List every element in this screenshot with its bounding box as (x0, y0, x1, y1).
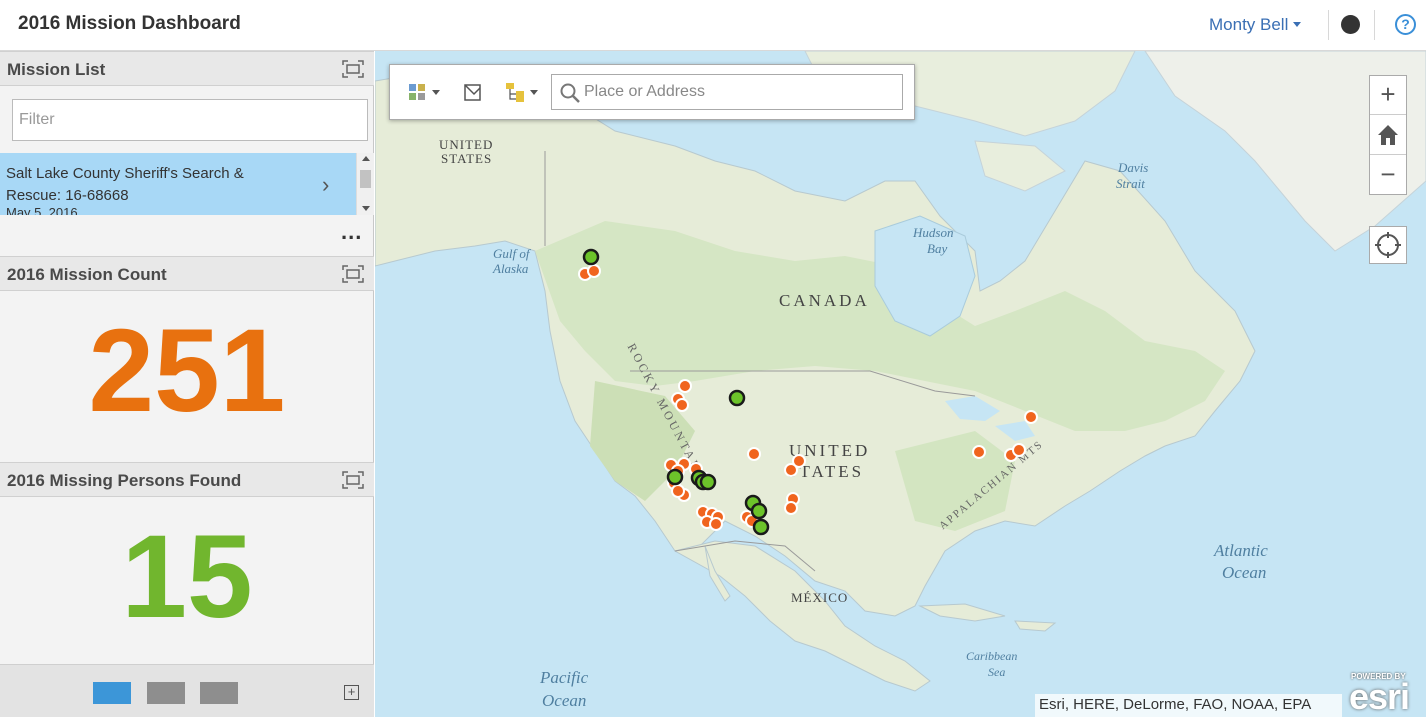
chevron-down-icon[interactable] (1293, 22, 1302, 27)
zoom-out-button[interactable]: − (1370, 156, 1406, 195)
page-indicator-3[interactable] (200, 682, 238, 704)
page-indicator-1[interactable] (93, 682, 131, 704)
mission-marker (675, 398, 689, 412)
found-marker (750, 502, 768, 520)
user-name[interactable]: Monty Bell (1209, 15, 1288, 34)
mission-list-title: Mission List (7, 60, 106, 79)
maximize-icon[interactable] (342, 471, 364, 489)
more-icon[interactable]: ... (341, 221, 362, 243)
locate-button[interactable] (1369, 226, 1407, 264)
scroll-down-icon[interactable] (362, 206, 370, 211)
esri-logo-brand: esri (1349, 676, 1410, 717)
mission-marker (671, 484, 685, 498)
mission-marker (972, 445, 986, 459)
scroll-thumb[interactable] (360, 170, 371, 188)
panel-pager: + (0, 664, 374, 717)
search-input[interactable] (584, 79, 894, 105)
legend-icon[interactable] (462, 78, 484, 106)
found-marker (752, 518, 770, 536)
filter-input[interactable] (12, 99, 368, 141)
found-marker (582, 248, 600, 266)
search-icon (560, 83, 580, 103)
layer-list-icon[interactable] (502, 78, 542, 106)
scrollbar[interactable] (356, 153, 374, 215)
mission-date: May 5, 2016 (6, 205, 78, 215)
mission-marker (1024, 410, 1038, 424)
divider (1374, 10, 1375, 40)
map-view[interactable]: UNITED STATES CANADA UNITED STATES MÉXIC… (375, 51, 1426, 717)
page-indicator-2[interactable] (147, 682, 185, 704)
maximize-icon[interactable] (342, 60, 364, 78)
basemap-gallery-icon[interactable] (406, 78, 444, 106)
mission-count-header: 2016 Mission Count (0, 256, 374, 291)
home-button[interactable] (1370, 116, 1406, 155)
app-title: 2016 Mission Dashboard (18, 13, 241, 34)
add-panel-icon[interactable]: + (344, 685, 359, 700)
mission-list-header: Mission List (0, 51, 374, 86)
persons-found-title: 2016 Missing Persons Found (7, 471, 242, 490)
home-icon (1378, 125, 1398, 145)
found-marker (728, 389, 746, 407)
mission-markers (578, 248, 1038, 536)
app-header: 2016 Mission Dashboard Monty Bell ? (0, 0, 1426, 51)
mission-name: Salt Lake County Sheriff's Search & Resc… (6, 165, 244, 204)
user-menu[interactable]: Monty Bell (1209, 15, 1302, 35)
side-panel: Mission List Salt Lake County Sheriff's … (0, 51, 374, 717)
scroll-up-icon[interactable] (362, 156, 370, 161)
mission-marker (709, 517, 723, 531)
mission-marker (784, 501, 798, 515)
map-toolbar (389, 64, 915, 120)
mission-marker (587, 264, 601, 278)
persons-found-value: 15 (121, 511, 253, 643)
mission-count-value: 251 (88, 305, 286, 437)
persons-found-header: 2016 Missing Persons Found (0, 462, 374, 497)
chevron-right-icon[interactable]: › (322, 172, 329, 198)
zoom-in-button[interactable]: + (1370, 76, 1406, 115)
mission-marker (678, 379, 692, 393)
mission-count-title: 2016 Mission Count (7, 265, 167, 284)
zoom-control: + − (1369, 75, 1407, 195)
mission-marker (792, 454, 806, 468)
map-search[interactable] (551, 74, 903, 110)
help-icon[interactable]: ? (1395, 14, 1416, 35)
found-marker (666, 468, 684, 486)
divider (1328, 10, 1329, 40)
found-marker (699, 473, 717, 491)
esri-logo[interactable]: POWERED BY esri (1349, 670, 1425, 717)
status-dot-icon[interactable] (1341, 15, 1360, 34)
maximize-icon[interactable] (342, 265, 364, 283)
crosshair-icon (1375, 232, 1401, 258)
mission-marker (1012, 443, 1026, 457)
mission-marker (747, 447, 761, 461)
list-item[interactable]: Salt Lake County Sheriff's Search & Resc… (0, 153, 356, 215)
map-attribution: Esri, HERE, DeLorme, FAO, NOAA, EPA (1035, 694, 1342, 717)
